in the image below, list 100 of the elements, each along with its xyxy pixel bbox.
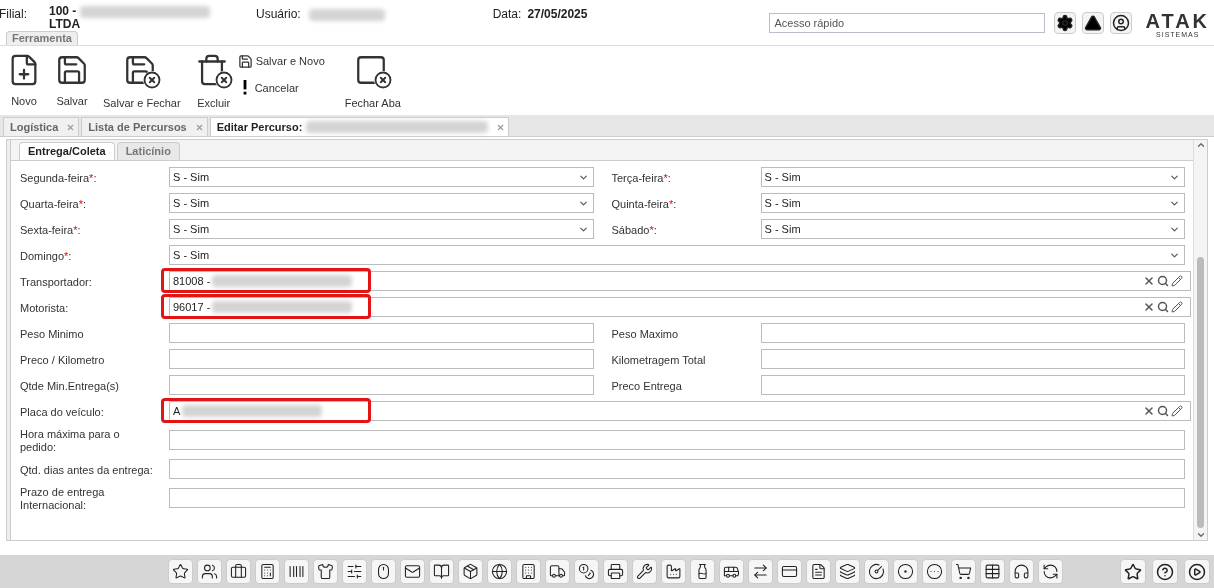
dock-button[interactable]: [864, 559, 889, 584]
dock-button[interactable]: [690, 559, 715, 584]
dock-button[interactable]: [226, 559, 251, 584]
refresh-icon: [1042, 563, 1059, 580]
search-icon[interactable]: [1157, 275, 1169, 287]
tiles-icon: [839, 563, 856, 580]
select-field[interactable]: S - Sim: [760, 193, 1185, 213]
search-icon[interactable]: [1157, 405, 1169, 417]
dock-button[interactable]: [922, 559, 947, 584]
dock-button[interactable]: [487, 559, 512, 584]
select-field[interactable]: S - Sim: [760, 167, 1185, 187]
close-icon[interactable]: [496, 122, 506, 132]
table-icon: [984, 563, 1001, 580]
lookup-field[interactable]: 96017 -: [169, 297, 1191, 317]
text-field[interactable]: [760, 375, 1185, 395]
factory-icon: [665, 563, 682, 580]
dock-button[interactable]: [458, 559, 483, 584]
pencil-icon[interactable]: [1171, 275, 1183, 287]
select-field[interactable]: S - Sim: [169, 219, 594, 239]
dock-button[interactable]: [1152, 559, 1178, 584]
user-button[interactable]: [1110, 12, 1133, 34]
clear-icon[interactable]: [1143, 405, 1155, 417]
document-tab[interactable]: Lista de Percursos: [81, 117, 208, 136]
dock-button[interactable]: [980, 559, 1005, 584]
dock-button[interactable]: [719, 559, 744, 584]
dock-button[interactable]: [429, 559, 454, 584]
dock-button[interactable]: [255, 559, 280, 584]
scroll-up-icon[interactable]: [1195, 140, 1206, 150]
toolbar-button[interactable]: Novo: [6, 53, 42, 110]
select-field[interactable]: S - Sim: [169, 245, 1185, 265]
filial-code: 100 -: [49, 5, 77, 18]
field-label: Terça-feira*:: [611, 171, 671, 184]
toolbar-button[interactable]: Cancelar: [237, 79, 328, 96]
search-icon[interactable]: [1157, 301, 1169, 313]
dock-button[interactable]: [661, 559, 686, 584]
scrollbar[interactable]: [1193, 140, 1207, 540]
toolbar-button[interactable]: Fechar Aba: [343, 53, 402, 112]
lookup-field[interactable]: A: [169, 401, 1191, 421]
date-label: Data:: [492, 6, 522, 23]
dock-button[interactable]: [806, 559, 831, 584]
document-tab[interactable]: Logística: [3, 117, 80, 136]
dock-button[interactable]: [545, 559, 570, 584]
dock-button[interactable]: [1038, 559, 1063, 584]
form-tab[interactable]: Entrega/Coleta: [19, 142, 115, 160]
people-icon: [201, 563, 218, 580]
scroll-down-icon[interactable]: [1195, 530, 1206, 540]
dock-button[interactable]: [168, 559, 193, 584]
pencil-icon[interactable]: [1171, 301, 1183, 313]
filial-label: Filial:: [0, 6, 28, 23]
text-field[interactable]: [169, 430, 1185, 450]
dock-button[interactable]: [893, 559, 918, 584]
field-label: Qtde Min.Entrega(s): [20, 379, 120, 392]
dock-button[interactable]: [313, 559, 338, 584]
dock-button[interactable]: [603, 559, 628, 584]
document-tab[interactable]: Editar Percurso:: [209, 117, 510, 136]
text-field[interactable]: [169, 349, 594, 369]
ribbon-tab[interactable]: Ferramenta: [6, 31, 78, 45]
clear-icon[interactable]: [1143, 301, 1155, 313]
pencil-icon[interactable]: [1171, 405, 1183, 417]
dock-button[interactable]: [371, 559, 396, 584]
dock-button[interactable]: [1184, 559, 1210, 584]
dock-button[interactable]: [342, 559, 367, 584]
dock-button[interactable]: [777, 559, 802, 584]
dock-button[interactable]: [1009, 559, 1034, 584]
toolbar-button[interactable]: Salvar: [54, 53, 90, 110]
select-field[interactable]: S - Sim: [760, 219, 1185, 239]
settings-button[interactable]: [1054, 12, 1077, 34]
text-field[interactable]: [169, 459, 1185, 479]
toolbar-button[interactable]: Salvar e Novo: [237, 53, 328, 70]
clear-icon[interactable]: [1143, 275, 1155, 287]
dock-button[interactable]: [1120, 559, 1146, 584]
dock-button[interactable]: [574, 559, 599, 584]
star-icon: [172, 563, 189, 580]
select-field[interactable]: S - Sim: [169, 193, 594, 213]
star-plus-icon: [1124, 562, 1142, 581]
dock-button[interactable]: [284, 559, 309, 584]
dock-button[interactable]: [197, 559, 222, 584]
text-field[interactable]: [760, 349, 1185, 369]
field-value: A: [173, 403, 181, 419]
settings-icon: [1056, 14, 1075, 32]
toolbar-button[interactable]: Excluir: [193, 53, 234, 112]
lookup-field[interactable]: 81008 -: [169, 271, 1191, 291]
text-field[interactable]: [169, 375, 594, 395]
field-label: Prazo de entrega Internacional:: [20, 486, 105, 511]
field-label: Sexta-feira*:: [20, 223, 81, 236]
dock-button[interactable]: [835, 559, 860, 584]
truck-icon: [549, 563, 566, 580]
select-field[interactable]: S - Sim: [169, 167, 594, 187]
dock-button[interactable]: [632, 559, 657, 584]
dock-button[interactable]: [400, 559, 425, 584]
dock-button[interactable]: [951, 559, 976, 584]
form-tab[interactable]: Laticínio: [116, 142, 180, 160]
toolbar-button[interactable]: Salvar e Fechar: [102, 53, 182, 112]
exclamation-icon: [241, 80, 248, 96]
quick-access-field[interactable]: Acesso rápido: [769, 13, 1046, 33]
text-field[interactable]: [760, 323, 1185, 343]
text-field[interactable]: [169, 488, 1185, 508]
dock-button[interactable]: [516, 559, 541, 584]
help-icon: [1156, 562, 1174, 581]
text-field[interactable]: [169, 323, 594, 343]
